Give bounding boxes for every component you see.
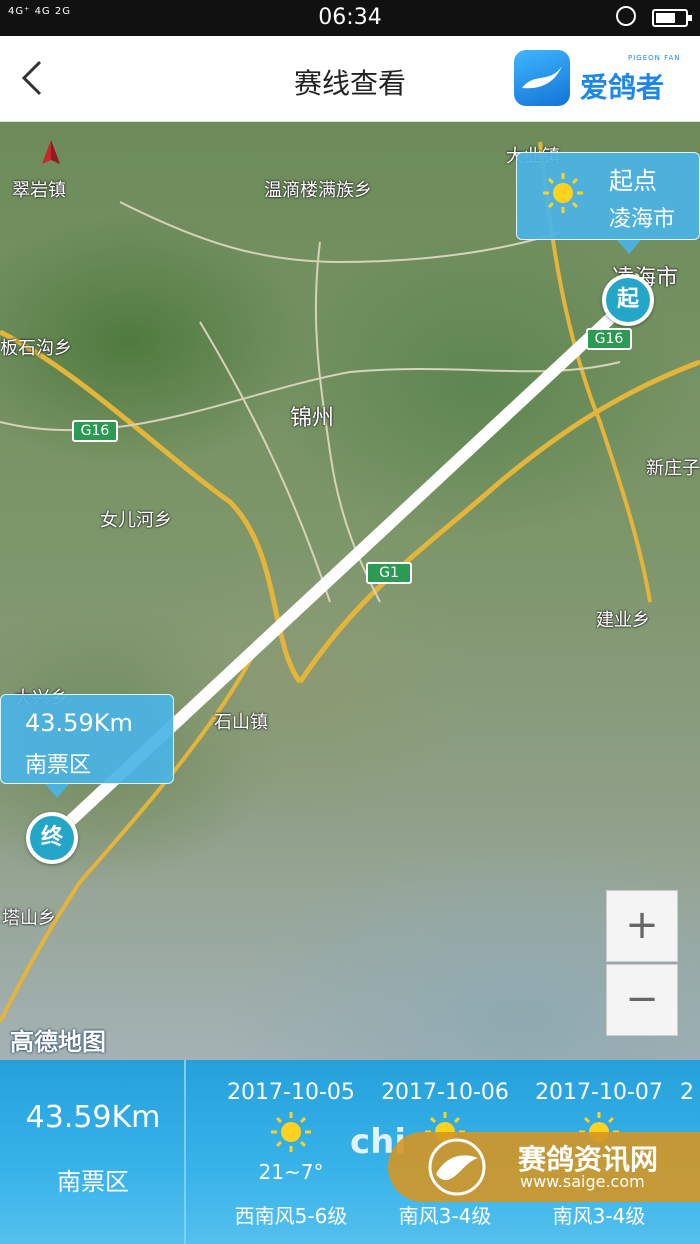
end-callout[interactable]: 43.59Km 南票区 bbox=[0, 694, 174, 798]
forecast-day: 2017-10-05 21~7° 西南风5-6级 bbox=[216, 1060, 366, 1244]
app-logo-icon bbox=[514, 50, 570, 106]
map-roads bbox=[0, 141, 700, 1023]
place-label: 石山镇 bbox=[214, 712, 268, 733]
forecast-date: 2017-10-07 bbox=[535, 1080, 663, 1105]
end-distance: 43.59Km bbox=[25, 709, 133, 737]
forecast-date: 2017-10-06 bbox=[381, 1080, 509, 1105]
north-compass-icon bbox=[38, 140, 64, 180]
place-label: 翠岩镇 bbox=[12, 180, 66, 201]
sun-icon bbox=[543, 173, 583, 213]
map-view[interactable]: 翠岩镇 温滴楼满族乡 大业镇 板石沟乡 锦州 凌海市 新庄子 女儿河乡 建业乡 … bbox=[0, 122, 700, 1060]
place-label: 女儿河乡 bbox=[100, 510, 172, 531]
watermark-badge: 赛鸽资讯网 www.saige.com bbox=[388, 1132, 700, 1202]
forecast-temp: 21~7° bbox=[258, 1160, 324, 1184]
start-label: 起点 bbox=[609, 167, 657, 195]
zoom-out-button[interactable]: − bbox=[606, 964, 678, 1036]
status-time: 06:34 bbox=[318, 5, 382, 30]
place-label: 温滴楼满族乡 bbox=[264, 180, 372, 201]
road-shield: G1 bbox=[366, 562, 412, 584]
zoom-in-button[interactable]: + bbox=[606, 890, 678, 962]
end-pin[interactable]: 终 bbox=[26, 812, 78, 864]
forecast-date: 2017-10-05 bbox=[227, 1080, 355, 1105]
place-label: 锦州 bbox=[290, 406, 335, 431]
place-label: 板石沟乡 bbox=[0, 338, 72, 359]
watermark-url: www.saige.com bbox=[520, 1172, 645, 1191]
start-city: 凌海市 bbox=[609, 207, 676, 232]
logo-text: 爱鸽者 bbox=[580, 71, 665, 104]
forecast-wind: 西南风5-6级 bbox=[234, 1204, 348, 1228]
sun-icon bbox=[271, 1112, 311, 1152]
place-label: 塔山乡 bbox=[2, 908, 56, 929]
status-bar: 4G⁺ 4G 2G 06:34 bbox=[0, 0, 700, 36]
pigeon-logo-icon bbox=[428, 1138, 486, 1196]
place-label: 新庄子 bbox=[646, 458, 700, 479]
app-header: 赛线查看 PIGEON FAN 爱鸽者 bbox=[0, 36, 700, 122]
alarm-icon bbox=[616, 6, 636, 26]
road-shield: G16 bbox=[72, 420, 118, 442]
summary-area: 南票区 bbox=[57, 1168, 129, 1196]
start-pin[interactable]: 起 bbox=[602, 274, 654, 326]
forecast-wind: 南风3-4级 bbox=[398, 1204, 492, 1228]
summary-box: 43.59Km 南票区 bbox=[0, 1060, 186, 1244]
forecast-date: 2 bbox=[680, 1080, 694, 1105]
forecast-wind: 南风3-4级 bbox=[552, 1204, 646, 1228]
start-callout[interactable]: 起点 凌海市 bbox=[516, 152, 700, 254]
logo-subtitle: PIGEON FAN bbox=[628, 54, 681, 62]
place-label: 建业乡 bbox=[596, 610, 650, 631]
summary-distance: 43.59Km bbox=[25, 1100, 161, 1135]
map-provider-logo: 高德地图 bbox=[10, 1028, 106, 1056]
end-city: 南票区 bbox=[25, 753, 92, 778]
battery-icon bbox=[652, 9, 692, 27]
road-shield: G16 bbox=[586, 328, 632, 350]
